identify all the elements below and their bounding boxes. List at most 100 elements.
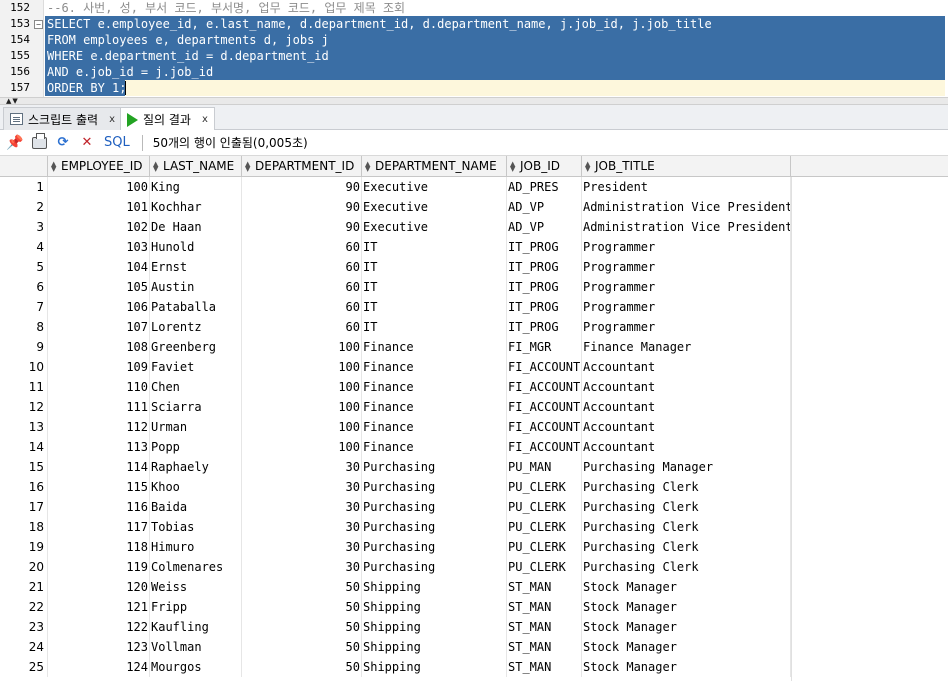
job-id-cell[interactable]: IT_PROG (507, 257, 582, 277)
department-name-cell[interactable]: Purchasing (362, 457, 507, 477)
job-title-cell[interactable]: Accountant (582, 417, 791, 437)
job-title-cell[interactable]: Purchasing Clerk (582, 537, 791, 557)
last-name-cell[interactable]: Tobias (150, 517, 242, 537)
employee-id-cell[interactable]: 111 (48, 397, 150, 417)
last-name-cell[interactable]: Colmenares (150, 557, 242, 577)
job-id-cell[interactable]: ST_MAN (507, 637, 582, 657)
job-title-cell[interactable]: Stock Manager (582, 577, 791, 597)
last-name-cell[interactable]: Lorentz (150, 317, 242, 337)
department-id-cell[interactable]: 30 (242, 497, 362, 517)
sql-button[interactable]: SQL (102, 134, 132, 152)
department-id-cell[interactable]: 100 (242, 377, 362, 397)
job-id-cell[interactable]: PU_CLERK (507, 537, 582, 557)
job-id-cell[interactable]: ST_MAN (507, 577, 582, 597)
department-name-cell[interactable]: Shipping (362, 637, 507, 657)
department-name-cell[interactable]: Executive (362, 217, 507, 237)
clear-icon[interactable]: ✕ (78, 134, 96, 152)
department-id-cell[interactable]: 50 (242, 657, 362, 677)
last-name-cell[interactable]: Urman (150, 417, 242, 437)
tab-query-result[interactable]: 질의 결과 x (120, 107, 215, 131)
job-title-cell[interactable]: Accountant (582, 357, 791, 377)
department-id-cell[interactable]: 60 (242, 277, 362, 297)
employee-id-cell[interactable]: 115 (48, 477, 150, 497)
department-id-cell[interactable]: 30 (242, 517, 362, 537)
last-name-cell[interactable]: Kochhar (150, 197, 242, 217)
column-header-department-id[interactable]: ▲ ▼ DEPARTMENT_ID (242, 156, 362, 177)
sql-editor[interactable]: 152 --6. 사번, 성, 부서 코드, 부서명, 업무 코드, 업무 제목 … (0, 0, 948, 97)
job-title-cell[interactable]: Finance Manager (582, 337, 791, 357)
last-name-cell[interactable]: Pataballa (150, 297, 242, 317)
department-id-cell[interactable]: 30 (242, 557, 362, 577)
department-name-cell[interactable]: Purchasing (362, 557, 507, 577)
last-name-cell[interactable]: Faviet (150, 357, 242, 377)
employee-id-cell[interactable]: 124 (48, 657, 150, 677)
department-id-cell[interactable]: 30 (242, 537, 362, 557)
editor-line[interactable]: 155 WHERE e.department_id = d.department_… (0, 48, 948, 64)
department-name-cell[interactable]: Finance (362, 357, 507, 377)
department-id-cell[interactable]: 60 (242, 237, 362, 257)
job-id-cell[interactable]: FI_MGR (507, 337, 582, 357)
query-result-grid[interactable]: ▲ ▼ EMPLOYEE_ID ▲ ▼ LAST_NAME ▲ ▼ DEPARTMENT_ID ▲… (0, 156, 948, 681)
department-id-cell[interactable]: 100 (242, 437, 362, 457)
job-title-cell[interactable]: Programmer (582, 317, 791, 337)
refresh-icon[interactable]: ⟳ (54, 134, 72, 152)
editor-line[interactable]: 152 --6. 사번, 성, 부서 코드, 부서명, 업무 코드, 업무 제목 … (0, 0, 948, 16)
sort-icon[interactable]: ▲ ▼ (510, 160, 518, 172)
department-name-cell[interactable]: Purchasing (362, 477, 507, 497)
job-title-cell[interactable]: Programmer (582, 237, 791, 257)
employee-id-cell[interactable]: 112 (48, 417, 150, 437)
department-name-cell[interactable]: IT (362, 277, 507, 297)
column-header-job-id[interactable]: ▲ ▼ JOB_ID (507, 156, 582, 177)
job-title-cell[interactable]: Stock Manager (582, 597, 791, 617)
last-name-cell[interactable]: Vollman (150, 637, 242, 657)
last-name-cell[interactable]: Baida (150, 497, 242, 517)
job-title-cell[interactable]: Accountant (582, 377, 791, 397)
department-id-cell[interactable]: 100 (242, 337, 362, 357)
department-id-cell[interactable]: 30 (242, 457, 362, 477)
last-name-cell[interactable]: King (150, 177, 242, 197)
department-id-cell[interactable]: 100 (242, 357, 362, 377)
last-name-cell[interactable]: Kaufling (150, 617, 242, 637)
last-name-cell[interactable]: De Haan (150, 217, 242, 237)
department-id-cell[interactable]: 60 (242, 257, 362, 277)
employee-id-cell[interactable]: 110 (48, 377, 150, 397)
last-name-cell[interactable]: Ernst (150, 257, 242, 277)
job-id-cell[interactable]: FI_ACCOUNT (507, 437, 582, 457)
column-header-department-name[interactable]: ▲ ▼ DEPARTMENT_NAME (362, 156, 507, 177)
department-name-cell[interactable]: IT (362, 317, 507, 337)
department-name-cell[interactable]: Executive (362, 177, 507, 197)
employee-id-cell[interactable]: 116 (48, 497, 150, 517)
job-title-cell[interactable]: Purchasing Clerk (582, 557, 791, 577)
department-name-cell[interactable]: Executive (362, 197, 507, 217)
job-title-cell[interactable]: Programmer (582, 297, 791, 317)
job-id-cell[interactable]: IT_PROG (507, 317, 582, 337)
editor-line[interactable]: 156 AND e.job_id = j.job_id (0, 64, 948, 80)
employee-id-cell[interactable]: 100 (48, 177, 150, 197)
job-id-cell[interactable]: AD_PRES (507, 177, 582, 197)
employee-id-cell[interactable]: 101 (48, 197, 150, 217)
employee-id-cell[interactable]: 117 (48, 517, 150, 537)
department-name-cell[interactable]: Finance (362, 337, 507, 357)
job-title-cell[interactable]: Stock Manager (582, 637, 791, 657)
last-name-cell[interactable]: Sciarra (150, 397, 242, 417)
department-name-cell[interactable]: IT (362, 237, 507, 257)
department-name-cell[interactable]: Purchasing (362, 537, 507, 557)
job-id-cell[interactable]: FI_ACCOUNT (507, 377, 582, 397)
job-id-cell[interactable]: AD_VP (507, 197, 582, 217)
sort-icon[interactable]: ▲ ▼ (245, 160, 253, 172)
editor-line[interactable]: 154 FROM employees e, departments d, jobs… (0, 32, 948, 48)
department-id-cell[interactable]: 90 (242, 177, 362, 197)
employee-id-cell[interactable]: 103 (48, 237, 150, 257)
employee-id-cell[interactable]: 105 (48, 277, 150, 297)
job-title-cell[interactable]: Purchasing Clerk (582, 497, 791, 517)
department-name-cell[interactable]: Finance (362, 437, 507, 457)
department-id-cell[interactable]: 50 (242, 637, 362, 657)
department-name-cell[interactable]: IT (362, 257, 507, 277)
job-id-cell[interactable]: IT_PROG (507, 297, 582, 317)
department-id-cell[interactable]: 90 (242, 197, 362, 217)
department-id-cell[interactable]: 100 (242, 397, 362, 417)
employee-id-cell[interactable]: 109 (48, 357, 150, 377)
department-name-cell[interactable]: Shipping (362, 617, 507, 637)
department-id-cell[interactable]: 100 (242, 417, 362, 437)
employee-id-cell[interactable]: 120 (48, 577, 150, 597)
